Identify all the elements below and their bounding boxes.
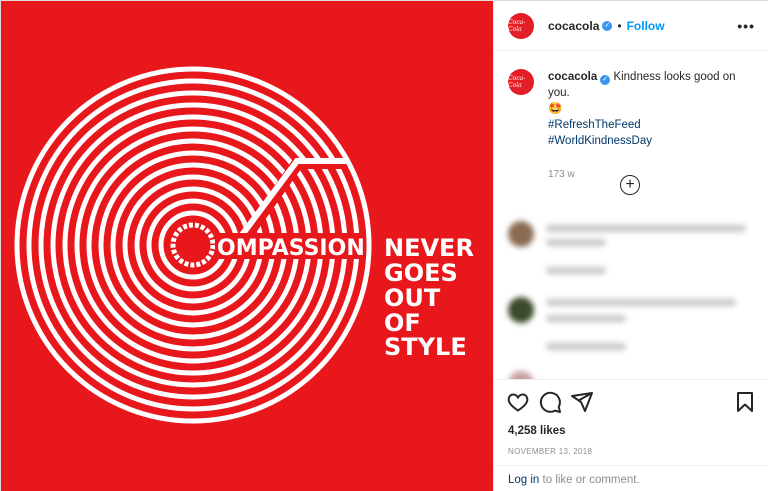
more-options-icon[interactable]: ••• [737, 18, 755, 34]
art-line-out: OUT [384, 284, 441, 312]
instagram-post-modal: OMPASSION NEVER GOES OUT OF STYLE Coca-C… [0, 0, 768, 491]
comment-line [546, 239, 606, 246]
comment-meta [546, 343, 626, 350]
comment-line [546, 225, 746, 232]
comment-meta [546, 267, 606, 274]
username[interactable]: cocacola [548, 19, 599, 33]
follow-button[interactable]: Follow [627, 19, 665, 33]
heart-icon[interactable] [506, 390, 530, 414]
blurred-comments [494, 211, 768, 379]
hashtag-refreshthefeed[interactable]: #RefreshTheFeed [548, 117, 759, 133]
share-icon[interactable] [570, 390, 594, 414]
comment-line [546, 315, 626, 322]
comment-avatar [508, 297, 534, 323]
login-footer-text: to like or comment. [539, 474, 640, 486]
post-image[interactable]: OMPASSION NEVER GOES OUT OF STYLE [1, 1, 493, 491]
hashtag-worldkindnessday[interactable]: #WorldKindnessDay [548, 133, 759, 149]
verified-badge-icon: ✓ [602, 20, 613, 31]
login-footer: Log in to like or comment. [494, 465, 768, 491]
post-sidebar: Coca-Cola cocacola ✓ • Follow ••• Coca-C… [493, 1, 768, 491]
caption-emoji: 🤩 [548, 103, 563, 115]
art-line-goes: GOES [384, 259, 458, 287]
comment-line [546, 299, 736, 306]
separator-dot: • [617, 18, 622, 33]
caption-avatar[interactable]: Coca-Cola [508, 69, 534, 95]
caption-verified-badge-icon: ✓ [600, 75, 611, 85]
caption: Coca-Cola cocacola ✓ Kindness looks good … [508, 69, 759, 183]
plus-circle-icon[interactable]: + [620, 175, 640, 195]
comment-icon[interactable] [538, 390, 562, 414]
login-link[interactable]: Log in [508, 474, 539, 486]
art-line-style: STYLE [384, 333, 467, 361]
compassion-word: OMPASSION [217, 236, 365, 261]
post-age[interactable]: 173 w [548, 167, 759, 183]
post-date[interactable]: NOVEMBER 13, 2018 [508, 447, 592, 456]
avatar-logo: Coca-Cola [508, 18, 526, 33]
action-bar [494, 379, 768, 423]
comment-avatar [508, 221, 534, 247]
caption-avatar-logo: Coca-Cola [508, 75, 526, 89]
post-header: Coca-Cola cocacola ✓ • Follow ••• [494, 1, 768, 51]
likes-count[interactable]: 4,258 likes [508, 425, 566, 437]
caption-username[interactable]: cocacola [548, 71, 597, 83]
avatar[interactable]: Coca-Cola [508, 12, 534, 39]
compassion-artwork: OMPASSION NEVER GOES OUT OF STYLE [1, 1, 493, 491]
art-line-never: NEVER [384, 234, 474, 262]
comment-avatar [508, 371, 534, 379]
bookmark-icon[interactable] [733, 390, 757, 414]
